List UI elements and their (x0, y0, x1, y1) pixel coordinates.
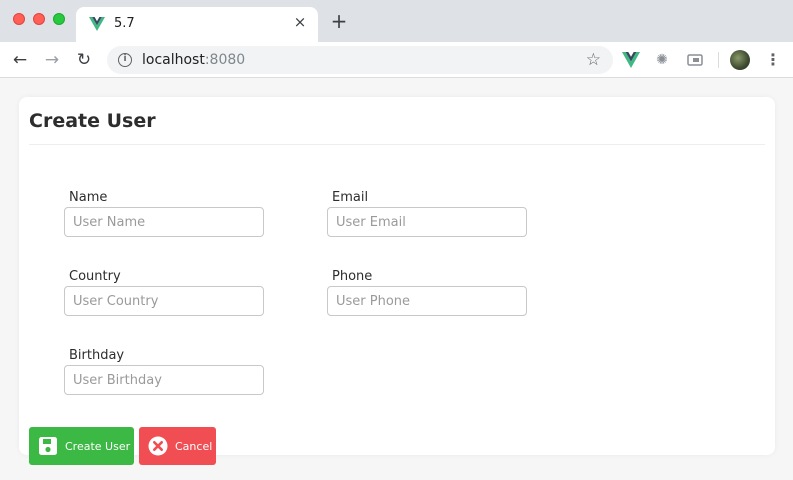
site-info-icon[interactable]: i (118, 53, 132, 67)
create-user-card: Create User (19, 97, 775, 455)
title-divider (29, 144, 765, 145)
profile-avatar[interactable] (730, 50, 750, 70)
create-user-button[interactable]: Create User (29, 427, 134, 465)
birthday-label: Birthday (69, 348, 125, 363)
vue-devtools-icon[interactable] (622, 51, 640, 69)
address-bar[interactable]: i localhost:8080 ☆ (107, 46, 613, 74)
browser-menu-icon[interactable]: ⋮ (765, 50, 781, 70)
back-button[interactable]: ← (10, 50, 30, 70)
minimize-window-button[interactable] (33, 13, 45, 25)
country-input[interactable] (64, 286, 264, 316)
browser-tab[interactable]: 5.7 × (76, 7, 318, 42)
bookmark-star-icon[interactable]: ☆ (586, 50, 601, 70)
close-circle-icon (148, 436, 168, 456)
close-window-button[interactable] (13, 13, 25, 25)
email-input[interactable] (327, 207, 527, 237)
screen-extension-icon[interactable] (686, 51, 704, 69)
new-tab-button[interactable]: + (329, 11, 349, 31)
browser-tab-bar: 5.7 × + (0, 0, 793, 42)
phone-input[interactable] (327, 286, 527, 316)
phone-label: Phone (332, 269, 373, 284)
browser-toolbar: ← → ↻ i localhost:8080 ☆ ✺ ⋮ (0, 42, 793, 78)
email-label: Email (332, 190, 369, 205)
maximize-window-button[interactable] (53, 13, 65, 25)
country-label: Country (69, 269, 121, 284)
url-text[interactable]: localhost:8080 (142, 52, 245, 68)
page-title: Create User (29, 110, 156, 132)
forward-button[interactable]: → (42, 50, 62, 70)
tab-title: 5.7 (114, 16, 135, 31)
url-port: :8080 (204, 52, 246, 68)
reload-button[interactable]: ↻ (74, 50, 94, 70)
vue-logo-icon (89, 17, 105, 31)
create-user-label: Create User (65, 440, 131, 453)
save-icon (39, 437, 57, 455)
tab-close-icon[interactable]: × (292, 14, 308, 30)
birthday-input[interactable] (64, 365, 264, 395)
bug-extension-icon[interactable]: ✺ (653, 51, 671, 69)
name-input[interactable] (64, 207, 264, 237)
name-label: Name (69, 190, 108, 205)
cancel-button[interactable]: Cancel (139, 427, 216, 465)
toolbar-separator (718, 52, 719, 68)
cancel-label: Cancel (175, 440, 213, 453)
url-host: localhost (142, 52, 205, 68)
